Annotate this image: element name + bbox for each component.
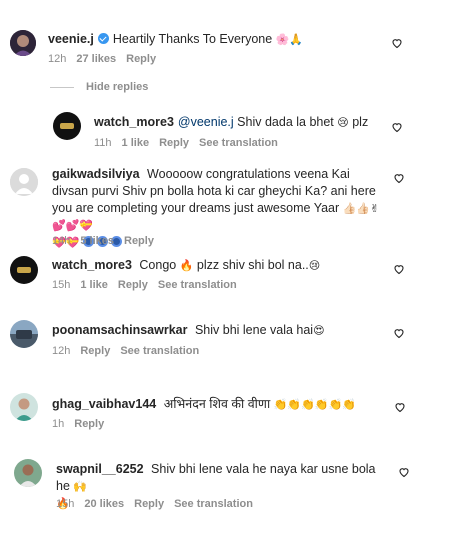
reply-button[interactable]: Reply [80, 345, 110, 357]
username[interactable]: veenie.j [48, 32, 94, 46]
heart-icon[interactable] [393, 327, 405, 339]
reply-button[interactable]: Reply [159, 137, 189, 149]
emoji: 🔥 [179, 259, 194, 272]
username[interactable]: poonamsachinsawrkar [52, 323, 187, 337]
comment-text: ghag_vaibhav144 अभिनंदन शिव की वीणा 👏👏👏👏… [52, 396, 382, 413]
reply-button[interactable]: Reply [134, 498, 164, 510]
reply-button[interactable]: Reply [118, 279, 148, 291]
timestamp: 15h [52, 279, 71, 291]
heart-icon[interactable] [398, 466, 410, 478]
verified-badge-icon [97, 33, 109, 44]
comment-text: veenie.j Heartily Thanks To Everyone 🌸🙏 [48, 31, 378, 48]
username[interactable]: watch_more3 [94, 115, 174, 129]
comment-body-after: plz [352, 115, 369, 129]
username[interactable]: ghag_vaibhav144 [52, 397, 156, 411]
comment-body: Shiv bhi lene vala hai [194, 323, 314, 337]
comment-meta: 14h 5 likes Reply [52, 235, 164, 247]
emoji: 🌸🙏 [275, 33, 304, 46]
username[interactable]: swapnil__6252 [56, 462, 144, 476]
timestamp: 11h [94, 137, 112, 149]
comment-meta: 12h 27 likes Reply [48, 53, 166, 65]
avatar[interactable] [10, 393, 38, 421]
comment-meta: 1h Reply [52, 418, 114, 430]
heart-icon[interactable] [393, 172, 405, 184]
likes-count[interactable]: 1 like [80, 279, 108, 291]
emoji: 😢 [308, 259, 321, 272]
avatar[interactable] [53, 112, 81, 140]
comment-text: poonamsachinsawrkar Shiv bhi lene vala h… [52, 322, 382, 339]
comment-text: watch_more3 @veenie.j Shiv dada la bhet 😢… [94, 114, 384, 131]
hide-replies-button[interactable]: Hide replies [86, 81, 148, 93]
username[interactable]: watch_more3 [52, 258, 132, 272]
heart-icon[interactable] [394, 401, 406, 413]
avatar[interactable] [10, 320, 38, 348]
username[interactable]: gaikwadsilviya [52, 167, 140, 181]
likes-count[interactable]: 1 like [122, 137, 150, 149]
reply-button[interactable]: Reply [126, 53, 156, 65]
comment-meta: 15h 1 like Reply See translation [52, 279, 247, 291]
comment-meta: 12h Reply See translation [52, 345, 209, 357]
comment-meta: 15h 20 likes Reply See translation [56, 498, 263, 510]
heart-icon[interactable] [391, 121, 403, 133]
comment-body: Shiv dada la bhet [237, 115, 334, 129]
reply-button[interactable]: Reply [124, 235, 154, 247]
timestamp: 15h [56, 498, 75, 510]
likes-count[interactable]: 20 likes [84, 498, 124, 510]
avatar[interactable] [10, 256, 38, 284]
timestamp: 12h [52, 345, 71, 357]
timestamp: 12h [48, 53, 67, 65]
see-translation-button[interactable]: See translation [120, 345, 199, 357]
comment-body: Heartily Thanks To Everyone [112, 32, 273, 46]
comment-meta: 11h 1 like Reply See translation [94, 137, 288, 149]
emoji: 🙌 [73, 480, 88, 493]
avatar[interactable] [10, 30, 36, 56]
avatar[interactable] [10, 168, 38, 196]
likes-count[interactable]: 5 likes [80, 235, 114, 247]
comment-body: Congo [139, 258, 177, 272]
divider [50, 87, 74, 88]
heart-icon[interactable] [391, 37, 403, 49]
comment-body-after: plzz shiv shi bol na.. [196, 258, 309, 272]
comment-text: watch_more3 Congo 🔥 plzz shiv shi bol na… [52, 257, 382, 274]
reply-button[interactable]: Reply [74, 418, 104, 430]
likes-count[interactable]: 27 likes [76, 53, 116, 65]
timestamp: 1h [52, 418, 65, 430]
mention-link[interactable]: @veenie.j [178, 115, 234, 129]
heart-icon[interactable] [393, 263, 405, 275]
see-translation-button[interactable]: See translation [199, 137, 278, 149]
emoji: 👏👏👏👏👏👏 [273, 398, 356, 411]
comment-body: अभिनंदन शिव की वीणा [163, 397, 271, 411]
timestamp: 14h [52, 235, 71, 247]
see-translation-button[interactable]: See translation [174, 498, 253, 510]
emoji: 😢 [337, 116, 349, 129]
see-translation-button[interactable]: See translation [158, 279, 237, 291]
emoji: 😍 [313, 324, 325, 337]
avatar[interactable] [14, 459, 42, 487]
